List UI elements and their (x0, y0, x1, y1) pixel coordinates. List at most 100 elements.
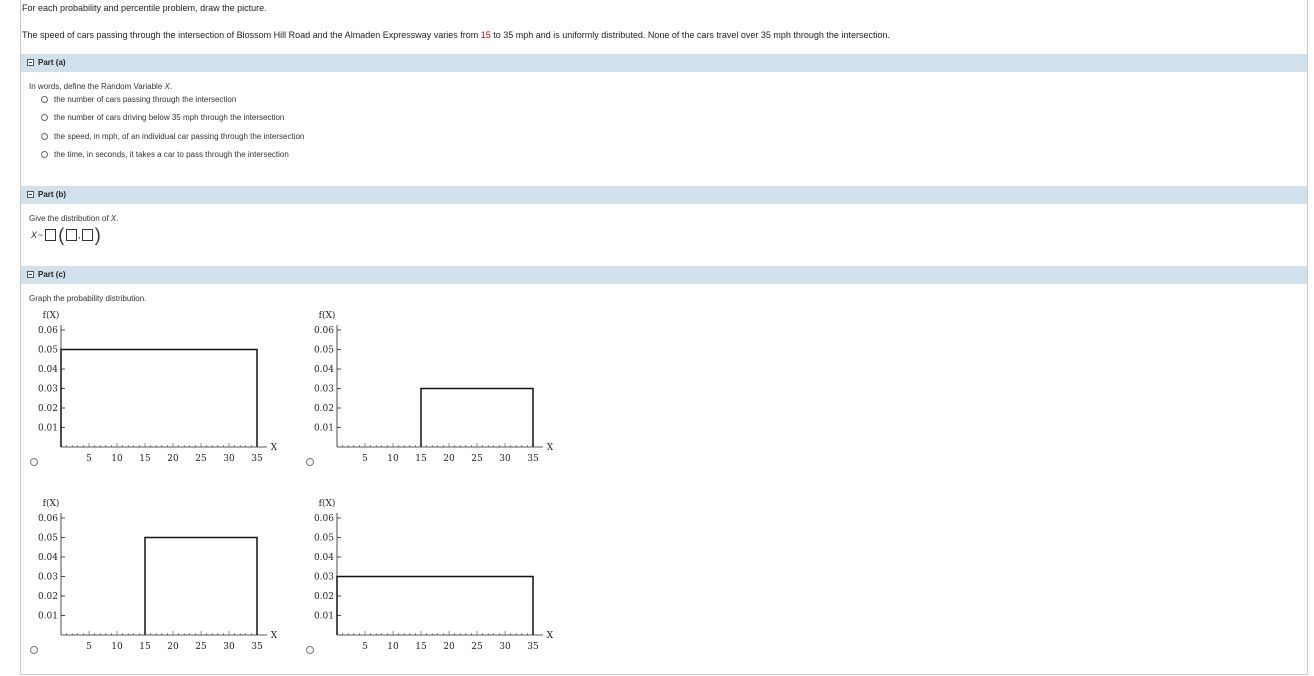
y-tick-label: 0.03 (38, 385, 58, 395)
chart-svg: f(X) 0.01 0.02 0.03 0.04 0.05 0.06 5 10 15 20 25 30 3… (38, 310, 278, 464)
option-a2[interactable]: the number of cars driving below 35 mph … (41, 113, 284, 122)
x-tick-label: 20 (443, 642, 455, 652)
part-b-header[interactable]: Part (b) (21, 186, 1307, 204)
radio-button[interactable] (41, 96, 48, 103)
x-tick-label: 5 (362, 642, 368, 652)
collapse-icon[interactable] (27, 191, 34, 198)
graph-option-2[interactable]: f(X) 0.01 0.02 0.03 0.04 0.05 0.06 5 10 15 20 25 30 3… (297, 305, 567, 475)
x-tick-label: 10 (387, 454, 399, 464)
graph-option-3[interactable]: f(X) 0.01 0.02 0.03 0.04 0.05 0.06 5 10 15 20 25 30 3… (21, 493, 291, 663)
y-tick-label: 0.05 (314, 534, 334, 544)
y-tick-label: 0.03 (38, 573, 58, 583)
chart-svg: f(X) 0.01 0.02 0.03 0.04 0.05 0.06 5 10 15 20 25 30 3… (314, 498, 554, 652)
x-tick-label: 15 (139, 454, 151, 464)
x-axis-label: X (271, 631, 278, 641)
x-tick-label: 15 (415, 454, 427, 464)
y-tick-label: 0.01 (314, 424, 334, 434)
chart-svg: f(X) 0.01 0.02 0.03 0.04 0.05 0.06 5 10 15 20 25 30 3… (314, 310, 554, 464)
y-tick-label: 0.03 (314, 385, 334, 395)
y-tick-label: 0.05 (38, 534, 58, 544)
x-tick-label: 30 (223, 454, 235, 464)
y-tick-label: 0.02 (314, 592, 334, 602)
part-c-title: Part (c) (38, 270, 66, 279)
y-tick-label: 0.02 (38, 592, 58, 602)
y-axis-label: f(X) (43, 310, 60, 321)
x-tick-label: 35 (251, 454, 263, 464)
problem-text-end: to 35 mph and is uniformly distributed. … (490, 30, 890, 40)
part-c-question: Graph the probability distribution. (29, 294, 147, 303)
x-tick-label: 10 (111, 454, 123, 464)
collapse-icon[interactable] (27, 59, 34, 66)
variable-x: X (31, 230, 38, 240)
x-tick-label: 5 (86, 454, 92, 464)
y-axis-label: f(X) (319, 498, 336, 509)
radio-button[interactable] (41, 151, 48, 158)
x-tick-label: 25 (471, 642, 483, 652)
radio-button[interactable] (41, 114, 48, 121)
x-tick-label: 10 (387, 642, 399, 652)
density-rectangle (420, 387, 534, 447)
x-tick-label: 20 (167, 454, 179, 464)
option-a1[interactable]: the number of cars passing through the i… (41, 95, 236, 104)
option-a3[interactable]: the speed, in mph, of an individual car … (41, 132, 304, 141)
x-axis-label: X (271, 443, 278, 453)
option-a4[interactable]: the time, in seconds, it takes a car to … (41, 150, 289, 159)
y-tick-label: 0.02 (38, 404, 58, 414)
y-axis-label: f(X) (43, 498, 60, 509)
y-tick-label: 0.04 (314, 365, 334, 375)
y-tick-label: 0.01 (314, 612, 334, 622)
part-a-header[interactable]: Part (a) (21, 54, 1307, 72)
open-paren: ( (58, 225, 65, 245)
part-b-title: Part (b) (38, 190, 66, 199)
x-tick-label: 15 (415, 642, 427, 652)
y-tick-label: 0.06 (38, 326, 58, 336)
problem-text: The speed of cars passing through the in… (22, 30, 890, 40)
x-tick-label: 25 (195, 454, 207, 464)
graph-option-1[interactable]: f(X) 0.01 0.02 0.03 0.04 0.05 0.06 5 10 15 20 25 30 3… (21, 305, 291, 475)
y-axis-label: f(X) (319, 310, 336, 321)
density-rectangle (336, 575, 534, 635)
collapse-icon[interactable] (27, 271, 34, 278)
chart-svg: f(X) 0.01 0.02 0.03 0.04 0.05 0.06 5 10 15 20 25 30 3… (38, 498, 278, 652)
parameter-b-input[interactable] (81, 229, 93, 241)
close-paren: ) (94, 225, 101, 245)
x-tick-label: 35 (527, 454, 539, 464)
y-tick-label: 0.04 (38, 365, 58, 375)
x-tick-label: 30 (223, 642, 235, 652)
y-tick-label: 0.05 (38, 346, 58, 356)
x-axis-label: X (547, 631, 554, 641)
part-b-question: Give the distribution of X. (29, 214, 119, 223)
x-tick-label: 30 (499, 454, 511, 464)
parameter-a-input[interactable] (66, 229, 78, 241)
x-tick-label: 30 (499, 642, 511, 652)
graph-option-4[interactable]: f(X) 0.01 0.02 0.03 0.04 0.05 0.06 5 10 15 20 25 30 3… (297, 493, 567, 663)
y-tick-label: 0.05 (314, 346, 334, 356)
x-tick-label: 15 (139, 642, 151, 652)
y-tick-label: 0.06 (314, 514, 334, 524)
part-a-title: Part (a) (38, 58, 66, 67)
distribution-type-input[interactable] (45, 229, 57, 241)
tilde: ~ (38, 230, 44, 240)
radio-button[interactable] (41, 133, 48, 140)
distribution-entry: X ~ ( , ) (31, 225, 102, 245)
x-tick-label: 35 (251, 642, 263, 652)
x-tick-label: 5 (86, 642, 92, 652)
x-tick-label: 5 (362, 454, 368, 464)
y-tick-label: 0.06 (38, 514, 58, 524)
comma: , (78, 230, 81, 240)
y-tick-label: 0.02 (314, 404, 334, 414)
x-tick-label: 20 (167, 642, 179, 652)
part-a-question: In words, define the Random Variable X. (29, 82, 173, 91)
density-rectangle (60, 348, 258, 447)
y-tick-label: 0.04 (38, 553, 58, 563)
y-tick-label: 0.01 (38, 424, 58, 434)
problem-text-start: The speed of cars passing through the in… (22, 30, 481, 40)
x-tick-label: 25 (195, 642, 207, 652)
question-page: For each probability and percentile prob… (20, 0, 1308, 675)
y-tick-label: 0.04 (314, 553, 334, 563)
part-c-header[interactable]: Part (c) (21, 266, 1307, 284)
x-tick-label: 20 (443, 454, 455, 464)
instruction-text: For each probability and percentile prob… (22, 3, 267, 13)
y-tick-label: 0.03 (314, 573, 334, 583)
highlighted-low-speed: 15 (480, 30, 491, 40)
